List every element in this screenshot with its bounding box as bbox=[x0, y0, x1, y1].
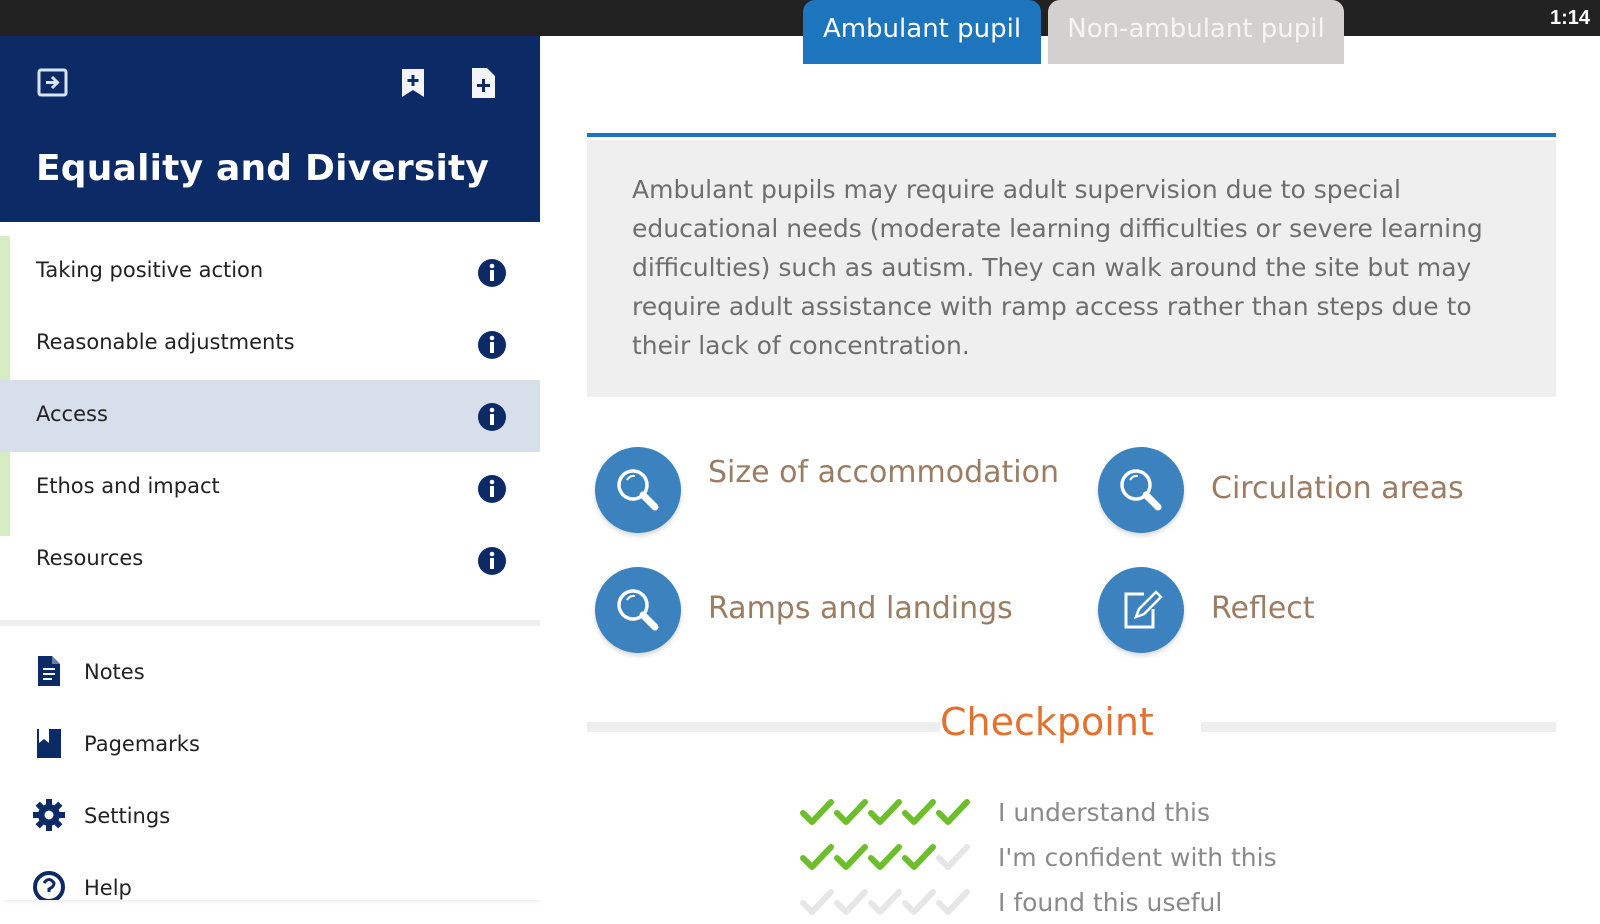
menu-item-ethos-and-impact[interactable]: Ethos and impact bbox=[0, 452, 540, 524]
nav-item-pagemarks[interactable]: Pagemarks bbox=[0, 708, 540, 780]
description-panel: Ambulant pupils may require adult superv… bbox=[587, 140, 1556, 397]
info-icon[interactable] bbox=[477, 474, 507, 504]
tab-ambulant-pupil[interactable]: Ambulant pupil bbox=[803, 0, 1041, 64]
topic-label: Circulation areas bbox=[1211, 471, 1464, 506]
tick-empty-icon[interactable] bbox=[936, 889, 970, 915]
magnifier-icon bbox=[1098, 447, 1184, 533]
tick-rating[interactable] bbox=[800, 839, 976, 875]
magnifier-icon bbox=[595, 447, 681, 533]
description-text: Ambulant pupils may require adult superv… bbox=[632, 175, 1483, 360]
topic-ramps-and-landings[interactable]: Ramps and landings bbox=[595, 567, 1035, 653]
pagemarks-icon bbox=[37, 729, 61, 758]
info-icon[interactable] bbox=[477, 402, 507, 432]
tick-rating[interactable] bbox=[800, 794, 976, 830]
tick-empty-icon[interactable] bbox=[800, 889, 834, 915]
nav-item-label: Pagemarks bbox=[84, 732, 200, 756]
topic-label: Ramps and landings bbox=[708, 591, 1013, 626]
nav-item-help[interactable]: Help bbox=[0, 852, 540, 900]
notes-icon bbox=[38, 656, 60, 686]
tick-filled-icon[interactable] bbox=[902, 799, 936, 825]
status-clock: 1:14 bbox=[1549, 7, 1590, 29]
menu-item-label: Ethos and impact bbox=[36, 474, 220, 498]
nav-item-label: Settings bbox=[84, 804, 171, 828]
tick-empty-icon[interactable] bbox=[834, 889, 868, 915]
tick-filled-icon[interactable] bbox=[800, 844, 834, 870]
tick-rating[interactable] bbox=[800, 884, 976, 920]
sidebar-divider bbox=[0, 620, 540, 626]
add-bookmark-icon[interactable] bbox=[396, 66, 430, 100]
nav-item-label: Help bbox=[84, 876, 132, 900]
tick-empty-icon[interactable] bbox=[868, 889, 902, 915]
tick-filled-icon[interactable] bbox=[834, 799, 868, 825]
topic-label: Reflect bbox=[1211, 591, 1315, 626]
tab-non-ambulant-pupil[interactable]: Non-ambulant pupil bbox=[1048, 0, 1344, 64]
nav-item-label: Notes bbox=[84, 660, 145, 684]
sidebar-header: Equality and Diversity bbox=[0, 36, 540, 222]
exit-icon[interactable] bbox=[36, 66, 70, 100]
rating-row-confident[interactable]: I'm confident with this bbox=[800, 839, 1500, 879]
add-note-icon[interactable] bbox=[466, 66, 500, 100]
nav-item-notes[interactable]: Notes bbox=[0, 636, 540, 708]
rating-label: I found this useful bbox=[998, 888, 1223, 917]
tick-filled-icon[interactable] bbox=[868, 799, 902, 825]
checkpoint-divider-right bbox=[1201, 722, 1556, 732]
menu-item-label: Taking positive action bbox=[36, 258, 264, 282]
topic-circulation-areas[interactable]: Circulation areas bbox=[1098, 447, 1538, 533]
nav-item-settings[interactable]: Settings bbox=[0, 780, 540, 852]
menu-item-resources[interactable]: Resources bbox=[0, 524, 540, 596]
rating-row-understand[interactable]: I understand this bbox=[800, 794, 1500, 834]
topic-reflect[interactable]: Reflect bbox=[1098, 567, 1538, 653]
status-bar: 1:14 bbox=[0, 0, 1600, 36]
tick-filled-icon[interactable] bbox=[834, 844, 868, 870]
topic-size-of-accommodation[interactable]: Size of accommodation bbox=[595, 447, 1059, 533]
tick-filled-icon[interactable] bbox=[800, 799, 834, 825]
menu-item-taking-positive-action[interactable]: Taking positive action bbox=[0, 236, 540, 308]
gear-icon bbox=[33, 799, 65, 831]
tick-empty-icon[interactable] bbox=[902, 889, 936, 915]
sidebar: Equality and Diversity Taking positive a… bbox=[0, 36, 540, 900]
rating-label: I'm confident with this bbox=[998, 843, 1277, 872]
info-icon[interactable] bbox=[477, 546, 507, 576]
help-icon bbox=[33, 871, 65, 900]
info-icon[interactable] bbox=[477, 330, 507, 360]
checkpoint-divider-left bbox=[587, 722, 940, 732]
topic-label: Size of accommodation bbox=[708, 455, 1059, 490]
checkpoint-title: Checkpoint bbox=[940, 700, 1154, 744]
menu-item-label: Access bbox=[36, 402, 108, 426]
info-icon[interactable] bbox=[477, 258, 507, 288]
menu-item-access[interactable]: Access bbox=[0, 380, 540, 452]
tick-filled-icon[interactable] bbox=[868, 844, 902, 870]
section-menu: Taking positive action Reasonable adjust… bbox=[0, 236, 540, 596]
menu-item-reasonable-adjustments[interactable]: Reasonable adjustments bbox=[0, 308, 540, 380]
menu-item-label: Resources bbox=[36, 546, 144, 570]
reflect-edit-icon bbox=[1098, 567, 1184, 653]
tab-underline bbox=[587, 133, 1556, 137]
tick-empty-icon[interactable] bbox=[936, 844, 970, 870]
tick-filled-icon[interactable] bbox=[902, 844, 936, 870]
bottom-nav: Notes Pagemarks Settings Help bbox=[0, 636, 540, 900]
sidebar-title: Equality and Diversity bbox=[36, 148, 490, 189]
tick-filled-icon[interactable] bbox=[936, 799, 970, 825]
rating-row-useful[interactable]: I found this useful bbox=[800, 884, 1500, 924]
menu-item-label: Reasonable adjustments bbox=[36, 330, 295, 354]
rating-label: I understand this bbox=[998, 798, 1210, 827]
magnifier-icon bbox=[595, 567, 681, 653]
